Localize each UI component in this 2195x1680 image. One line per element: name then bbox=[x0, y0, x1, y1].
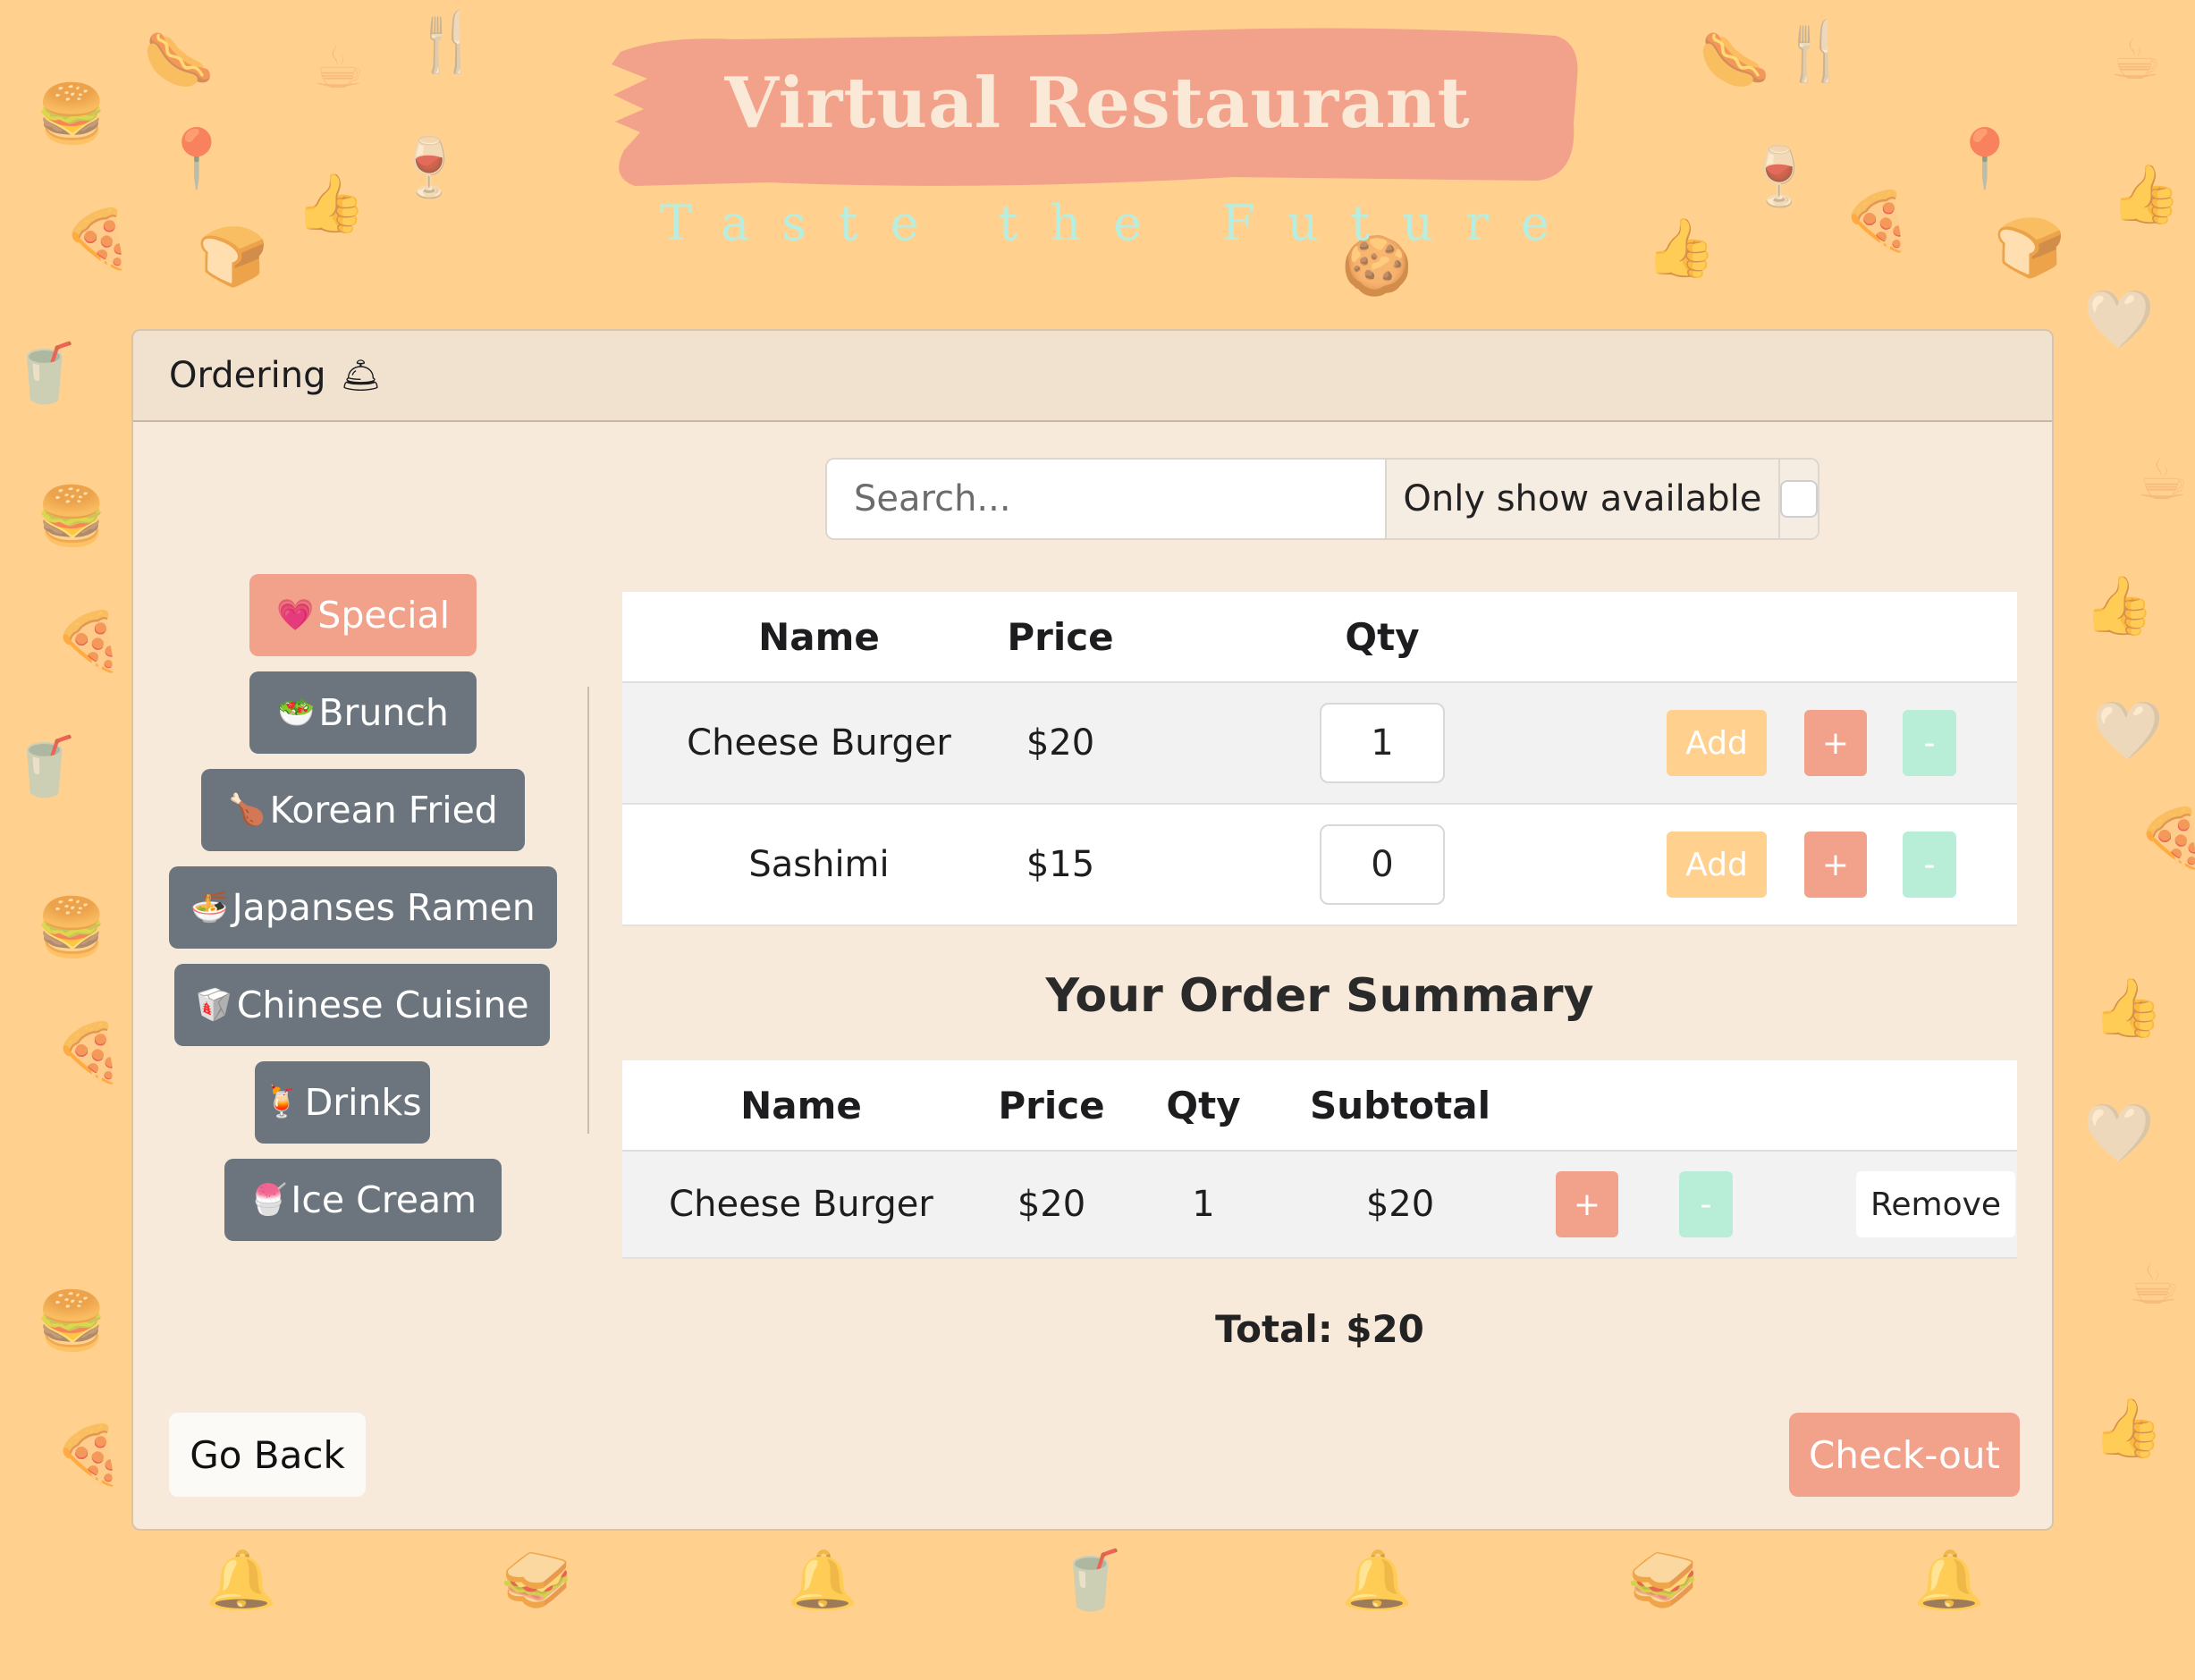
ramen-bowl-icon: 🍜 bbox=[190, 890, 229, 925]
thumbs-up-icon: 👍 bbox=[2083, 573, 2155, 639]
category-label: Chinese Cuisine bbox=[236, 984, 529, 1026]
pizza-icon: 🍕 bbox=[54, 1020, 125, 1086]
tropical-drink-icon: 🍹 bbox=[263, 1085, 301, 1120]
search-input[interactable] bbox=[827, 460, 1385, 538]
col-header-qty: Qty bbox=[1166, 1083, 1241, 1127]
burger-icon: 🍔 bbox=[36, 895, 107, 961]
item-subtotal: $20 bbox=[1365, 1184, 1435, 1225]
category-drinks[interactable]: 🍹 Drinks bbox=[255, 1061, 430, 1144]
decrease-button[interactable]: - bbox=[1903, 832, 1956, 898]
category-label: Drinks bbox=[304, 1081, 422, 1124]
chicken-leg-icon: 🍗 bbox=[228, 792, 266, 828]
category-label: Japanses Ramen bbox=[232, 886, 536, 929]
item-name: Cheese Burger bbox=[687, 722, 951, 764]
pizza-icon: 🍕 bbox=[2137, 806, 2195, 872]
add-button[interactable]: Add bbox=[1667, 710, 1767, 776]
card-title: Ordering bbox=[169, 355, 326, 396]
category-ice-cream[interactable]: 🍧 Ice Cream bbox=[224, 1159, 502, 1241]
item-price: $20 bbox=[1017, 1184, 1086, 1225]
summary-row: Cheese Burger $20 1 $20 + - Remove bbox=[622, 1152, 2017, 1259]
decrease-button[interactable]: - bbox=[1903, 710, 1956, 776]
menu-row: Cheese Burger $20 Add + - bbox=[622, 683, 2017, 805]
burger-icon: 🍔 bbox=[36, 484, 107, 550]
decrease-button[interactable]: - bbox=[1679, 1171, 1733, 1237]
category-special[interactable]: 💗 Special bbox=[249, 574, 477, 656]
cup-icon: 🥤 bbox=[1055, 1548, 1127, 1614]
category-divider bbox=[587, 687, 589, 1134]
available-filter-checkbox[interactable] bbox=[1780, 480, 1818, 518]
category-label: Special bbox=[317, 594, 451, 637]
available-filter-checkbox-wrap bbox=[1778, 460, 1818, 538]
col-header-name: Name bbox=[758, 614, 880, 659]
item-name: Cheese Burger bbox=[669, 1184, 933, 1225]
item-qty: 1 bbox=[1192, 1184, 1215, 1225]
heart-icon: 🤍 bbox=[2083, 287, 2155, 353]
qty-input[interactable] bbox=[1320, 703, 1445, 783]
pizza-icon: 🍕 bbox=[54, 609, 125, 675]
available-filter-label: Only show available bbox=[1384, 460, 1778, 538]
menu-row: Sashimi $15 Add + - bbox=[622, 805, 2017, 926]
increase-button[interactable]: + bbox=[1804, 832, 1867, 898]
add-button[interactable]: Add bbox=[1667, 832, 1767, 898]
coffee-icon: ☕ bbox=[2137, 447, 2189, 513]
bell-icon: 🔔 bbox=[1913, 1548, 1985, 1614]
go-back-button[interactable]: Go Back bbox=[169, 1413, 366, 1497]
increase-button[interactable]: + bbox=[1556, 1171, 1618, 1237]
thumbs-up-icon: 👍 bbox=[2092, 975, 2164, 1042]
item-name: Sashimi bbox=[748, 844, 890, 885]
card-header: Ordering 🛎 bbox=[133, 331, 2052, 422]
col-header-price: Price bbox=[1007, 614, 1114, 659]
site-tagline: Taste the Future bbox=[660, 195, 1582, 251]
checkout-button[interactable]: Check-out bbox=[1789, 1413, 2020, 1497]
category-label: Brunch bbox=[318, 691, 449, 734]
wine-glass-icon: 🍷 bbox=[393, 135, 465, 201]
category-label: Korean Fried bbox=[269, 789, 498, 832]
shaved-ice-icon: 🍧 bbox=[249, 1182, 288, 1218]
site-title: Virtual Restaurant bbox=[724, 63, 1471, 144]
bell-icon: 🛎 bbox=[340, 358, 382, 394]
cup-icon: 🥤 bbox=[9, 734, 80, 800]
category-korean-fried[interactable]: 🍗 Korean Fried bbox=[201, 769, 525, 851]
bell-icon: 🔔 bbox=[206, 1548, 277, 1614]
bell-icon: 🔔 bbox=[1341, 1548, 1413, 1614]
menu-table-header: Name Price Qty bbox=[622, 592, 2017, 683]
item-price: $20 bbox=[1026, 722, 1095, 764]
pizza-icon: 🍕 bbox=[54, 1423, 125, 1489]
item-price: $15 bbox=[1026, 844, 1095, 885]
ordering-card: Ordering 🛎 Only show available 💗Special … bbox=[131, 329, 2054, 1531]
heart-icon: 💗 bbox=[275, 597, 315, 633]
thumbs-up-icon: 👍 bbox=[2092, 1396, 2164, 1462]
menu-table: Name Price Qty Cheese Burger $20 Add + -… bbox=[622, 592, 2017, 926]
bell-icon: 🔔 bbox=[787, 1548, 858, 1614]
category-brunch[interactable]: 🥗 Brunch bbox=[249, 671, 477, 754]
takeout-box-icon: 🥡 bbox=[195, 987, 233, 1023]
category-chinese-cuisine[interactable]: 🥡 Chinese Cuisine bbox=[174, 964, 550, 1046]
order-total: Total: $20 bbox=[1215, 1307, 1424, 1351]
heart-icon: 🤍 bbox=[2092, 698, 2164, 764]
col-header-subtotal: Subtotal bbox=[1310, 1083, 1490, 1127]
search-group: Only show available bbox=[825, 458, 1819, 540]
qty-input[interactable] bbox=[1320, 824, 1445, 905]
order-summary-title: Your Order Summary bbox=[1045, 969, 1594, 1023]
cup-icon: 🥤 bbox=[9, 341, 80, 407]
summary-table-header: Name Price Qty Subtotal bbox=[622, 1060, 2017, 1152]
salad-bowl-icon: 🥗 bbox=[277, 695, 316, 730]
remove-button[interactable]: Remove bbox=[1856, 1171, 2015, 1237]
category-japanses-ramen[interactable]: 🍜 Japanses Ramen bbox=[169, 866, 557, 949]
col-header-price: Price bbox=[998, 1083, 1105, 1127]
burger-icon: 🍔 bbox=[36, 1288, 107, 1355]
sandwich-icon: 🥪 bbox=[1627, 1548, 1699, 1614]
coffee-icon: ☕ bbox=[2128, 1252, 2180, 1318]
col-header-qty: Qty bbox=[1345, 614, 1420, 659]
sandwich-icon: 🥪 bbox=[501, 1548, 572, 1614]
col-header-name: Name bbox=[740, 1083, 862, 1127]
increase-button[interactable]: + bbox=[1804, 710, 1867, 776]
category-label: Ice Cream bbox=[291, 1178, 477, 1221]
order-summary-table: Name Price Qty Subtotal Cheese Burger $2… bbox=[622, 1060, 2017, 1259]
heart-icon: 🤍 bbox=[2083, 1101, 2155, 1167]
